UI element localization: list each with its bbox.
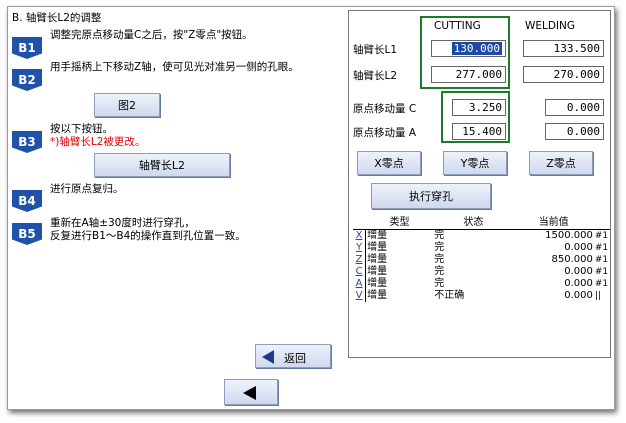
table-row: A 增量 完 0.000 #1 [353,278,610,290]
back-arrow-icon [262,350,274,364]
state-cell: 完 [434,266,445,277]
tail-cell: #1 [594,267,609,277]
type-cell: 增量 [367,266,388,277]
tail-cell: || [594,291,601,301]
header-current-value: 当前值 [513,217,594,230]
axis-link-z[interactable]: Z [353,254,367,266]
value-cell: 0.000 [564,278,593,289]
value-cell: 850.000 [551,254,593,265]
z-zero-button[interactable]: Z零点 [529,151,593,175]
axis-link-y[interactable]: Y [353,242,367,254]
table-row: Y 增量 完 0.000 #1 [353,242,610,254]
type-cell: 增量 [367,278,388,289]
value-cell: 0.000 [564,266,593,277]
table-row: X 增量 完 1500.000 #1 [353,229,610,242]
offset-a-cutting-field[interactable]: 15.400 [452,123,506,140]
table-header-row: 类型 状态 当前值 [353,217,610,230]
value-cell: 0.000 [564,290,593,301]
step-badge-b5: B5 [12,223,42,245]
y-zero-button[interactable]: Y零点 [443,151,507,175]
offset-a-welding-field[interactable]: 0.000 [545,123,604,140]
origin-offset-c-label: 原点移动量 C [353,103,417,115]
type-cell: 增量 [367,254,388,265]
fig2-button[interactable]: 图2 [94,93,160,117]
tail-cell: #1 [594,255,609,265]
arm-l2-button[interactable]: 轴臂长L2 [94,153,230,177]
state-cell: 完 [434,254,445,265]
arm-l2-welding-field[interactable]: 270.000 [523,66,604,83]
arm-l1-welding-field[interactable]: 133.500 [523,40,604,57]
step-b5-line1: 重新在A轴±30度时进行穿孔， [50,217,195,229]
x-zero-button[interactable]: X零点 [357,151,421,175]
step-badge-b1: B1 [12,37,42,59]
state-cell: 完 [434,278,445,289]
tail-cell: #1 [594,279,609,289]
value-cell: 1500.000 [545,230,593,241]
value-cell: 0.000 [564,242,593,253]
type-cell: 增量 [367,290,388,301]
offset-c-welding-field[interactable]: 0.000 [545,99,604,116]
arm-l1-cutting-field[interactable]: 130.000 [431,40,506,57]
arm-l2-label: 轴臂长L2 [353,70,398,82]
arm-l2-cutting-field[interactable]: 277.000 [431,66,506,83]
step-badge-b2: B2 [12,69,42,91]
step-b3-text: 按以下按钮。 *)轴臂长L2被更改。 [50,123,145,149]
step-b1-text: 调整完原点移动量C之后，按"Z零点"按钮。 [50,29,253,41]
main-window: B. 轴臂长L2的调整 B1 调整完原点移动量C之后，按"Z零点"按钮。 B2 … [7,6,615,410]
step-b3-instruction: 按以下按钮。 [50,123,113,135]
offset-c-cutting-field[interactable]: 3.250 [452,99,506,116]
tail-cell: #1 [594,243,609,253]
tail-cell: #1 [594,231,609,241]
back-button-label: 返回 [284,352,306,365]
step-b5-text: 重新在A轴±30度时进行穿孔， 反复进行B1～B4的操作直到孔位置一致。 [50,217,246,243]
state-cell: 不正确 [434,290,465,301]
step-b5-line2: 反复进行B1～B4的操作直到孔位置一致。 [50,230,246,242]
step-badge-b3: B3 [12,131,42,153]
step-b2-text: 用手摇柄上下移动Z轴，使可见光对准另一侧的孔眼。 [50,61,299,73]
settings-panel: CUTTING WELDING 轴臂长L1 130.000 133.500 轴臂… [348,10,611,358]
axis-link-v[interactable]: V [353,290,367,302]
execute-pierce-button[interactable]: 执行穿孔 [371,183,491,209]
step-b4-text: 进行原点复归。 [50,183,124,195]
header-state: 状态 [433,217,514,230]
type-cell: 增量 [367,242,388,253]
header-type: 类型 [365,217,434,230]
prev-page-button[interactable] [224,379,278,405]
table-row: C 增量 完 0.000 #1 [353,266,610,278]
left-arrow-icon [243,386,256,400]
axis-link-a[interactable]: A [353,278,367,290]
page-title: B. 轴臂长L2的调整 [12,12,102,24]
axis-link-c[interactable]: C [353,266,367,278]
step-b3-warning: *)轴臂长L2被更改。 [50,136,146,148]
state-cell: 完 [434,242,445,253]
state-cell: 完 [434,230,445,241]
axis-status-table: 类型 状态 当前值 X 增量 完 1500.000 #1 Y 增量 完 0.00… [353,217,610,302]
type-cell: 增量 [367,230,388,241]
arm-l1-label: 轴臂长L1 [353,44,398,56]
axis-link-x[interactable]: X [353,229,367,242]
table-row: Z 增量 完 850.000 #1 [353,254,610,266]
back-button[interactable]: 返回 [255,344,331,368]
col-welding-header: WELDING [525,20,576,32]
col-cutting-header: CUTTING [434,20,481,32]
table-row: V 增量 不正确 0.000 || [353,290,610,302]
origin-offset-a-label: 原点移动量 A [353,127,417,139]
step-badge-b4: B4 [12,190,42,212]
